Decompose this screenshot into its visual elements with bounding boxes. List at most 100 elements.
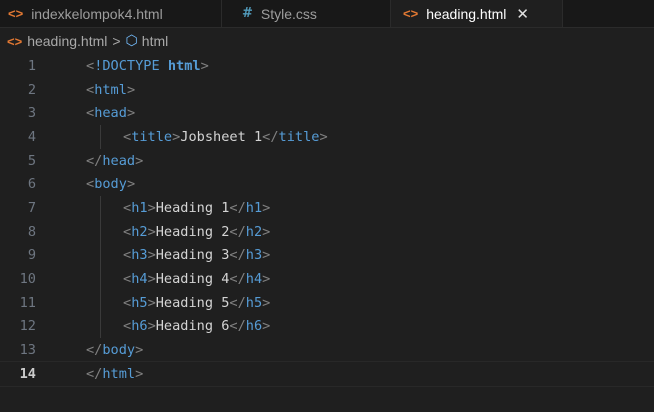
line-number: 3 [27,105,36,122]
code-token: Heading 1 [155,199,230,216]
code-text: <h1>Heading 1</h1> [36,200,270,216]
code-token: > [126,81,136,98]
code-token: < [123,271,132,288]
code-text: </head> [36,153,143,169]
indent-guide [100,219,101,244]
code-token: > [126,105,136,122]
code-token: html [167,57,201,74]
code-line[interactable]: 9 <h3>Heading 3</h3> [0,243,654,268]
code-token: > [147,294,156,311]
code-text: <h6>Heading 6</h6> [36,318,270,334]
line-number: 6 [27,176,36,193]
code-line[interactable]: 5 </head> [0,149,654,173]
breadcrumb-symbol[interactable]: html [142,33,168,49]
line-number: 14 [19,365,36,382]
code-line[interactable]: 3 <head> [0,101,654,125]
code-token: < [123,247,132,264]
breadcrumb-file[interactable]: heading.html [27,33,107,49]
code-token: body [102,342,136,359]
code-token: > [200,57,209,74]
code-token: Heading 3 [155,247,230,264]
code-line[interactable]: 14 </html> [0,360,654,387]
line-number: 4 [27,128,36,145]
html-file-icon: <> [8,6,24,21]
code-token: </ [229,294,246,311]
code-token: </ [229,223,246,240]
code-token: > [147,199,156,216]
code-token: </ [86,152,103,169]
code-text: <head> [36,105,135,121]
code-token: < [86,105,95,122]
code-token: </ [86,342,103,359]
code-token: < [123,318,132,335]
tab-style-css[interactable]: # Style.css [222,0,391,27]
code-token: < [123,199,132,216]
code-line[interactable]: 4 <title>Jobsheet 1</title> [0,125,654,149]
code-token: > [147,271,156,288]
html-file-icon: <> [403,6,419,21]
line-number: 9 [27,247,36,264]
breadcrumb: <> heading.html > ⬡ html [0,28,654,54]
code-text: </body> [36,342,143,358]
code-token: < [123,294,132,311]
editor-tab-bar: <> indexkelompok4.html # Style.css <> he… [0,0,654,28]
code-line[interactable]: 10 <h4>Heading 4</h4> [0,267,654,291]
code-token: </ [229,271,246,288]
code-text: <h5>Heading 5</h5> [36,295,270,311]
code-token: </ [229,199,246,216]
symbol-element-icon: ⬡ [125,33,138,49]
code-token: < [123,223,132,240]
code-token: h2 [131,223,148,240]
code-token: > [147,223,156,240]
code-token: </ [229,318,246,335]
line-number: 1 [27,57,36,74]
code-token: html [102,365,136,382]
html-file-icon: <> [7,33,23,49]
code-token: > [126,176,136,193]
indent-guide [100,290,101,315]
indent-guide [100,314,101,339]
code-token: > [135,342,144,359]
code-line[interactable]: 13 </body> [0,338,654,362]
line-number: 8 [27,223,36,240]
close-icon[interactable]: ✕ [516,5,529,23]
code-token: > [262,294,271,311]
code-token: Heading 2 [155,223,230,240]
code-text: <!DOCTYPE html> [36,58,209,74]
indent-guide [100,267,101,291]
code-line[interactable]: 11 <h5>Heading 5</h5> [0,290,654,315]
code-token: h2 [245,223,263,240]
tab-heading-html[interactable]: <> heading.html ✕ [391,0,563,27]
chevron-right-icon: > [112,33,121,49]
code-line[interactable]: 1 <!DOCTYPE html> [0,54,654,78]
code-token: h4 [245,271,263,288]
code-line[interactable]: 7 <h1>Heading 1</h1> [0,196,654,220]
tab-indexkelompok4[interactable]: <> indexkelompok4.html [0,0,222,27]
code-token: Heading 5 [155,294,230,311]
code-text: <h2>Heading 2</h2> [36,224,270,240]
code-token: Heading 6 [155,318,230,335]
code-token: h1 [131,199,148,216]
code-token: > [135,152,144,169]
line-number: 2 [27,81,36,98]
code-editor[interactable]: 1 <!DOCTYPE html> 2 <html> 3 <head> 4 <title>Jo… [0,54,654,387]
code-line[interactable]: 2 <html> [0,78,654,102]
line-number: 7 [27,199,36,216]
code-line[interactable]: 6 <body> [0,172,654,196]
line-number: 13 [19,342,36,359]
code-line[interactable]: 12 <h6>Heading 6</h6> [0,314,654,339]
code-text: <html> [36,82,135,98]
code-token: h3 [131,247,148,264]
code-token: > [262,247,271,264]
code-token: > [262,199,271,216]
code-token: > [319,128,328,145]
code-token: > [262,271,271,288]
code-text: </html> [36,366,143,382]
code-line[interactable]: 8 <h2>Heading 2</h2> [0,219,654,244]
code-token: title [278,128,320,145]
line-number: 12 [19,318,36,335]
tab-label: indexkelompok4.html [31,5,163,22]
code-token: < [123,128,132,145]
code-token: > [135,365,144,382]
code-token: < [86,57,95,74]
